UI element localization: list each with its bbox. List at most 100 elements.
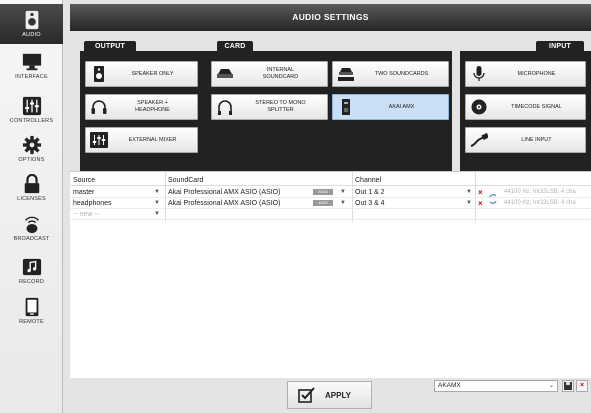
sidebar-item-options[interactable]: OPTIONS — [0, 135, 63, 175]
sliders-icon — [22, 96, 41, 116]
output-group: SPEAKER ONLY SPEAKER + HEADPHONE EXTERNA… — [80, 51, 204, 173]
sidebar-label-licenses: LICENSES — [17, 196, 46, 202]
soundcard-icon — [217, 69, 233, 78]
sidebar-label-controllers: CONTROLLERS — [9, 118, 54, 124]
cable-icon — [470, 132, 488, 147]
new-source-select[interactable]: -- new -- — [73, 209, 153, 220]
line-input-label: LINE INPUT — [521, 136, 552, 143]
sidebar-label-record: RECORD — [18, 279, 45, 285]
microphone-button[interactable]: MICROPHONE — [465, 61, 586, 87]
broadcast-icon — [24, 216, 39, 234]
monitor-icon — [22, 53, 41, 71]
speaker-headphone-button[interactable]: SPEAKER + HEADPHONE — [85, 94, 198, 120]
lock-icon — [24, 174, 39, 194]
two-soundcards-icon — [338, 68, 354, 81]
preset-value: AKAMX — [438, 382, 461, 389]
speaker-headphone-label: SPEAKER + HEADPHONE — [135, 100, 170, 113]
speaker-only-label: SPEAKER ONLY — [131, 70, 174, 77]
channel-select[interactable]: Out 3 & 4 — [355, 198, 455, 209]
table-header: Source SoundCard Channel — [70, 175, 591, 186]
table-row-new: -- new -- ▼ — [70, 209, 591, 220]
stereo-mono-splitter-button[interactable]: STEREO TO MONO SPLITTER — [211, 94, 328, 120]
chevron-down-icon[interactable]: ▼ — [153, 209, 161, 220]
bottom-bar: APPLY AKAMX ⌄ × — [70, 378, 591, 413]
table-row: headphones ▼ Akai Professional AMX ASIO … — [70, 198, 591, 209]
source-select[interactable]: master — [73, 187, 153, 198]
speaker-icon — [25, 10, 38, 30]
splitter-icon — [218, 100, 232, 115]
chevron-down-icon[interactable]: ▼ — [153, 187, 161, 198]
sidebar-item-controllers[interactable]: CONTROLLERS — [0, 96, 63, 136]
two-soundcards-label: TWO SOUNDCARDS — [374, 70, 429, 77]
save-preset-button[interactable] — [562, 380, 574, 392]
table-row: master ▼ Akai Professional AMX ASIO (ASI… — [70, 187, 591, 198]
format-info: 44100 Hz, Int32LSB, 4 cha — [504, 200, 576, 206]
header-soundcard: SoundCard — [168, 177, 204, 184]
sidebar-item-licenses[interactable]: LICENSES — [0, 174, 63, 214]
routing-table: Source SoundCard Channel master ▼ Akai P… — [70, 171, 591, 378]
line-input-button[interactable]: LINE INPUT — [465, 127, 586, 153]
save-icon — [564, 382, 572, 390]
tablet-icon — [25, 297, 38, 317]
vinyl-icon — [471, 99, 487, 115]
channel-select[interactable]: Out 1 & 2 — [355, 187, 455, 198]
apply-button[interactable]: APPLY — [287, 381, 372, 409]
soundcard-select[interactable]: Akai Professional AMX ASIO (ASIO) — [168, 187, 318, 198]
chevron-down-icon[interactable]: ▼ — [339, 198, 347, 209]
chevron-down-icon[interactable]: ▼ — [153, 198, 161, 209]
asio-badge[interactable]: ASIO — [313, 200, 333, 206]
sidebar-item-record[interactable]: RECORD — [0, 257, 63, 297]
gear-icon — [22, 135, 41, 155]
akai-amx-button[interactable]: AKAI AMX — [332, 94, 449, 120]
remove-row-icon[interactable]: × — [478, 198, 483, 209]
akai-amx-icon — [342, 99, 350, 115]
sidebar-label-audio: AUDIO — [22, 32, 41, 38]
delete-preset-button[interactable]: × — [576, 380, 588, 392]
external-mixer-button[interactable]: EXTERNAL MIXER — [85, 127, 198, 153]
chevron-down-icon: ⌄ — [548, 383, 554, 389]
format-info: 44100 Hz, Int32LSB, 4 cha — [504, 189, 576, 195]
akai-amx-label: AKAI AMX — [388, 103, 415, 110]
sidebar: AUDIO INTERFACE CONTROLLERS OPTIONS LICE… — [0, 0, 63, 413]
music-note-icon — [22, 258, 41, 276]
card-group: INTERNAL SOUNDCARD TWO SOUNDCARDS STEREO… — [204, 51, 452, 173]
sidebar-item-audio[interactable]: AUDIO — [0, 4, 63, 44]
source-select[interactable]: headphones — [73, 198, 153, 209]
chevron-down-icon[interactable]: ▼ — [465, 187, 473, 198]
external-mixer-label: EXTERNAL MIXER — [128, 136, 177, 143]
sidebar-label-broadcast: BROADCAST — [13, 236, 50, 242]
headphone-icon — [91, 100, 107, 114]
sidebar-item-remote[interactable]: REMOTE — [0, 297, 63, 337]
soundcard-select[interactable]: Akai Professional AMX ASIO (ASIO) — [168, 198, 318, 209]
chevron-down-icon[interactable]: ▼ — [465, 198, 473, 209]
asio-badge[interactable]: ASIO — [313, 189, 333, 195]
speaker-icon — [94, 66, 104, 82]
window-title: AUDIO SETTINGS — [70, 4, 591, 31]
chevron-down-icon[interactable]: ▼ — [339, 187, 347, 198]
preset-select[interactable]: AKAMX ⌄ — [434, 380, 558, 392]
stereo-mono-splitter-label: STEREO TO MONO SPLITTER — [255, 100, 306, 113]
microphone-icon — [473, 66, 485, 81]
internal-soundcard-label: INTERNAL SOUNDCARD — [262, 67, 299, 80]
apply-label: APPLY — [325, 390, 351, 400]
internal-soundcard-button[interactable]: INTERNAL SOUNDCARD — [211, 61, 328, 87]
two-soundcards-button[interactable]: TWO SOUNDCARDS — [332, 61, 449, 87]
mixer-icon — [90, 132, 108, 148]
sidebar-label-remote: REMOTE — [19, 319, 44, 325]
link-rows-icon[interactable] — [488, 192, 498, 206]
speaker-only-button[interactable]: SPEAKER ONLY — [85, 61, 198, 87]
sidebar-label-interface: INTERFACE — [15, 74, 48, 80]
header-channel: Channel — [355, 177, 382, 184]
header-source: Source — [73, 177, 96, 184]
timecode-signal-label: TIMECODE SIGNAL — [511, 103, 562, 110]
timecode-signal-button[interactable]: TIMECODE SIGNAL — [465, 94, 586, 120]
input-group: MICROPHONE TIMECODE SIGNAL LINE INPUT — [460, 51, 591, 173]
config-panel: OUTPUT SPEAKER ONLY SPEAKER + HEADPHONE … — [70, 31, 591, 173]
microphone-label: MICROPHONE — [517, 70, 556, 77]
remove-row-icon[interactable]: × — [478, 187, 483, 198]
checkbox-icon — [298, 387, 315, 403]
close-icon: × — [579, 382, 585, 389]
sidebar-label-options: OPTIONS — [18, 157, 45, 163]
sidebar-item-interface[interactable]: INTERFACE — [0, 52, 63, 92]
sidebar-item-broadcast[interactable]: BROADCAST — [0, 214, 63, 254]
